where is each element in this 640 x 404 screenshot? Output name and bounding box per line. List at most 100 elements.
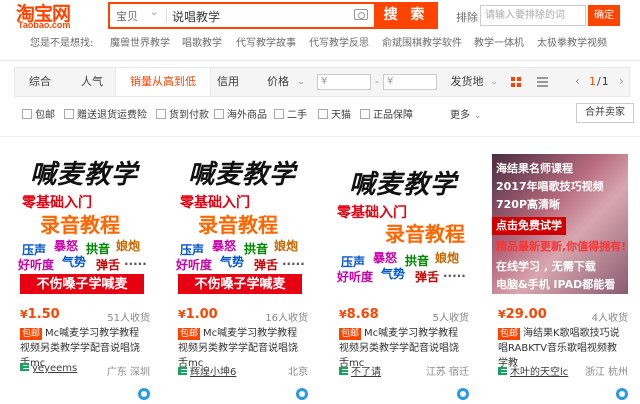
thumb-word: 娘炮 xyxy=(116,239,141,253)
chevron-down-icon[interactable]: ⌄ xyxy=(489,68,499,96)
price-value: 1.50 xyxy=(27,307,60,322)
product-image[interactable]: 喊麦教学 零基础入门 录音教程 压声 暴怒 拱音 娘炮 好听度 气势 弹舌 ..… xyxy=(14,154,150,294)
filter-cod[interactable]: 货到付款 xyxy=(156,106,209,121)
exclude-input[interactable]: 请输入要排除的词 xyxy=(480,5,586,26)
search-input[interactable]: 说唱教学 xyxy=(172,8,220,25)
filter-label: 二手 xyxy=(287,110,307,121)
chevron-down-icon[interactable]: ⌄ xyxy=(295,68,307,96)
sort-popularity[interactable]: 人气 xyxy=(75,68,109,96)
page-total: /1 xyxy=(597,75,610,88)
shop-link[interactable]: 辉煌小坤6 xyxy=(178,363,236,378)
thumb-word: 气势 xyxy=(62,255,87,269)
chat-icon[interactable] xyxy=(138,388,150,400)
suggestion-link[interactable]: 代写教学故事 xyxy=(236,34,296,49)
product-location: 江苏 宿迁 xyxy=(425,367,469,378)
currency-symbol: ¥ xyxy=(20,308,28,321)
suggestion-link[interactable]: 唱歌教学 xyxy=(182,34,222,49)
thumb-word: 拱音 xyxy=(405,254,430,268)
thumb-word: 娘炮 xyxy=(435,251,460,265)
thumb-highlight: 精品最新更新,你值得拥有! xyxy=(496,240,627,253)
product-card[interactable]: 喊麦教学 零基础入门 录音教程 压声 暴怒 拱音 娘炮 好听度 气势 弹舌 ..… xyxy=(333,154,469,404)
grid-view-icon[interactable] xyxy=(511,77,522,88)
camera-icon[interactable] xyxy=(354,9,368,20)
thumb-word: 好听度 xyxy=(337,270,374,284)
suggestion-label: 您是不是想找: xyxy=(30,38,94,49)
shop-name: 不了请 xyxy=(351,367,381,378)
thumb-word: 娘炮 xyxy=(274,239,299,253)
header: 淘宝网 Taobao.com 宝贝 ⌄ 说唱教学 搜 索 排除 请输入要排除的词… xyxy=(0,0,640,32)
suggestion-link[interactable]: 魔兽世界教学 xyxy=(110,34,170,49)
thumb-word: ..... xyxy=(282,254,305,268)
shop-link[interactable]: yeyeems xyxy=(20,363,77,374)
chevron-right-icon[interactable]: › xyxy=(619,74,624,88)
thumb-word: 好听度 xyxy=(176,258,213,272)
chat-icon[interactable] xyxy=(616,388,628,400)
sort-bar: 综合 人气 销量从高到低 信用 价格 ⌄ ¥ - ¥ 发货地 ⌄ ‹ 1/1 › xyxy=(14,67,630,97)
filter-more[interactable]: 更多 ⌄ xyxy=(450,106,482,121)
checkbox[interactable] xyxy=(22,109,32,119)
product-location: 广东 深圳 xyxy=(106,367,150,378)
thumb-banner: 不伤嗓子学喊麦 xyxy=(20,274,144,294)
thumb-word: ..... xyxy=(124,254,147,268)
sort-sales[interactable]: 销量从高到低 xyxy=(115,68,211,96)
checkbox[interactable] xyxy=(156,109,166,119)
sort-price[interactable]: 价格 xyxy=(261,68,295,96)
divider xyxy=(0,136,640,137)
filter-label: 海外商品 xyxy=(227,110,267,121)
checkbox[interactable] xyxy=(360,109,370,119)
page-indicator: 1/1 xyxy=(589,75,610,88)
filter-label: 货到付款 xyxy=(169,110,209,121)
chevron-left-icon[interactable]: ‹ xyxy=(575,74,580,88)
ship-from-select[interactable]: 发货地 xyxy=(445,68,489,96)
checkbox[interactable] xyxy=(274,109,284,119)
filter-secondhand[interactable]: 二手 xyxy=(274,106,307,121)
sort-default[interactable]: 综合 xyxy=(23,68,57,96)
product-image[interactable]: 喊麦教学 零基础入门 录音教程 压声 暴怒 拱音 娘炮 好听度 气势 弹舌 ..… xyxy=(333,154,469,294)
filter-free-shipping[interactable]: 包邮 xyxy=(22,106,55,121)
thumb-subtitle: 录音教程 xyxy=(40,213,120,237)
exclude-confirm-button[interactable]: 确定 xyxy=(588,5,620,26)
filter-return-insurance[interactable]: 赠送退货运费险 xyxy=(64,106,147,121)
shop-name: yeyeems xyxy=(32,363,78,374)
shop-link[interactable]: 不了请 xyxy=(339,363,381,378)
suggestion-link[interactable]: 太极拳教学视频 xyxy=(537,34,607,49)
merge-sellers-button[interactable]: 合并卖家 xyxy=(576,103,634,123)
thumb-word: 暴怒 xyxy=(212,239,237,253)
product-location: 北京 xyxy=(288,367,308,378)
thumb-word: 弹舌 xyxy=(96,258,121,272)
suggestion-link[interactable]: 教学一体机 xyxy=(474,34,524,49)
filter-genuine[interactable]: 正品保障 xyxy=(360,106,413,121)
filter-tmall[interactable]: 天猫 xyxy=(318,106,351,121)
search-button[interactable]: 搜 索 xyxy=(374,2,438,29)
product-card[interactable]: 海结果名师课程 2017年唱歌技巧视频 720P高清晰 点击免费试学 精品最新更… xyxy=(492,154,628,404)
search-category-select[interactable]: 宝贝 xyxy=(116,8,138,24)
suggestion-link[interactable]: 俞斌围棋教学软件 xyxy=(382,34,462,49)
checkbox[interactable] xyxy=(214,109,224,119)
thumb-banner: 不伤嗓子学喊麦 xyxy=(178,274,302,294)
product-card[interactable]: 喊麦教学 零基础入门 录音教程 压声 暴怒 拱音 娘炮 好听度 气势 弹舌 ..… xyxy=(172,154,308,404)
price-to-input[interactable]: ¥ xyxy=(383,74,437,90)
chat-icon[interactable] xyxy=(457,388,469,400)
logo-domain: Taobao.com xyxy=(18,20,71,30)
product-card[interactable]: 喊麦教学 零基础入门 录音教程 压声 暴怒 拱音 娘炮 好听度 气势 弹舌 ..… xyxy=(14,154,150,404)
product-sales: 4人收货 xyxy=(591,313,628,324)
list-view-icon[interactable] xyxy=(537,77,548,88)
free-shipping-badge: 包邮 xyxy=(178,328,201,340)
product-image[interactable]: 喊麦教学 零基础入门 录音教程 压声 暴怒 拱音 娘炮 好听度 气势 弹舌 ..… xyxy=(172,154,308,294)
filter-overseas[interactable]: 海外商品 xyxy=(214,106,267,121)
suggestion-link[interactable]: 代写教学反思 xyxy=(309,34,369,49)
checkbox[interactable] xyxy=(64,109,74,119)
checkbox[interactable] xyxy=(318,109,328,119)
thumb-title: 喊麦教学 xyxy=(188,160,297,190)
shop-link[interactable]: 木叶的天空lc xyxy=(498,363,568,378)
product-image[interactable]: 海结果名师课程 2017年唱歌技巧视频 720P高清晰 点击免费试学 精品最新更… xyxy=(492,154,628,294)
thumb-line: 2017年唱歌技巧视频 xyxy=(496,180,604,193)
price-from-input[interactable]: ¥ xyxy=(317,74,371,90)
price-value: 8.68 xyxy=(346,307,379,322)
chat-icon[interactable] xyxy=(296,388,308,400)
thumb-title: 喊麦教学 xyxy=(30,160,139,190)
chevron-down-icon: ⌄ xyxy=(473,110,482,121)
sort-credit[interactable]: 信用 xyxy=(211,68,245,96)
chevron-down-icon[interactable]: ⌄ xyxy=(150,7,158,18)
taobao-logo[interactable]: 淘宝网 Taobao.com xyxy=(16,0,86,32)
